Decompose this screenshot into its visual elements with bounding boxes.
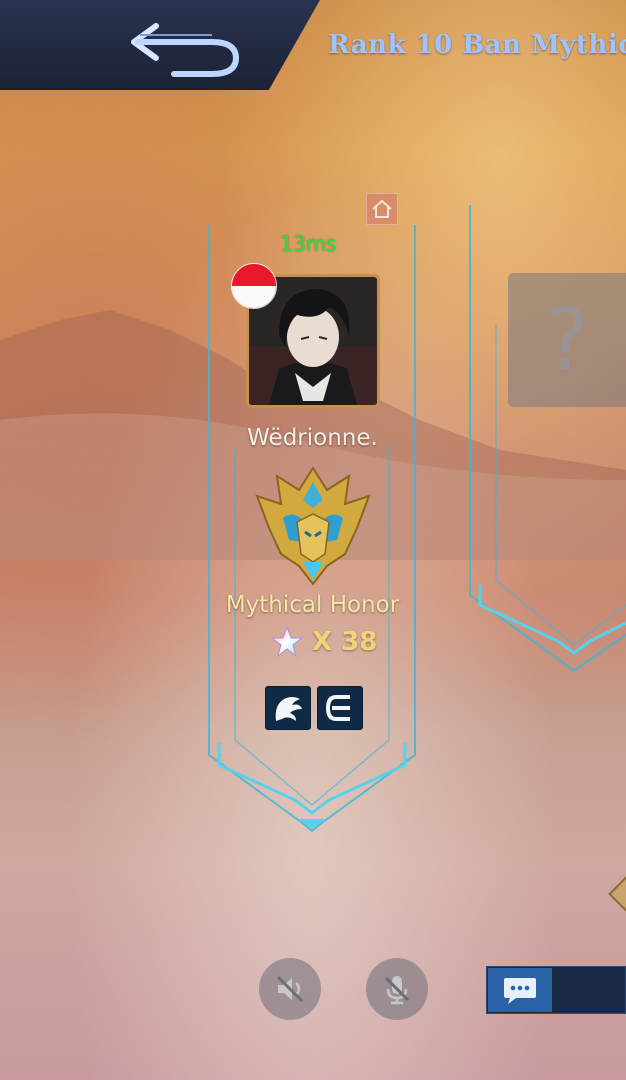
rank-title: Mythical Honor <box>225 592 400 618</box>
chat-button[interactable] <box>488 968 552 1012</box>
home-icon <box>372 199 392 218</box>
country-flag <box>231 263 277 309</box>
speaker-toggle-button[interactable] <box>259 958 321 1020</box>
lane-e-icon <box>325 695 350 721</box>
chat-bubble-icon <box>504 978 536 1004</box>
star-icon <box>270 625 304 658</box>
mic-muted-icon <box>384 976 410 1005</box>
ping-label: 13ms <box>280 232 337 256</box>
player-name: Wëdrionne. <box>247 425 378 451</box>
back-button[interactable] <box>128 12 248 82</box>
next-player-frame <box>469 205 626 673</box>
assassin-claw-icon <box>275 697 302 721</box>
role-badge-assassin <box>265 686 311 730</box>
unknown-player-mark: ? <box>544 290 590 390</box>
speaker-muted-icon <box>276 975 304 1003</box>
side-indicator <box>608 874 626 914</box>
mythical-honor-emblem-icon <box>255 466 371 586</box>
role-badge-lane <box>317 686 363 730</box>
page-title: Rank 10 Ban Mythic <box>328 30 626 60</box>
mic-toggle-button[interactable] <box>366 958 428 1020</box>
next-player-avatar-placeholder: ? <box>508 273 626 407</box>
star-count-value: X 38 <box>312 627 378 657</box>
back-arrow-icon <box>131 23 240 77</box>
home-button[interactable] <box>366 193 398 225</box>
star-count: X 38 <box>270 625 377 659</box>
